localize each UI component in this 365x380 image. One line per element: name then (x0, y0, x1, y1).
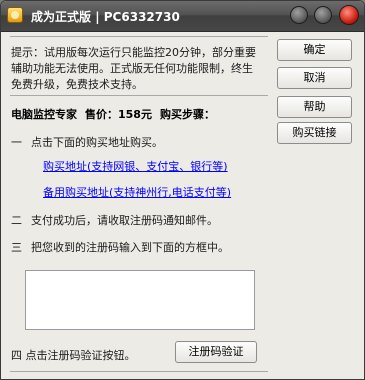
step-three: 三把您收到的注册码输入到下面的方框中。 (11, 239, 229, 255)
close-button[interactable] (339, 5, 359, 25)
purchase-link[interactable]: 购买地址(支持网银、支付宝、银行等) (43, 158, 228, 174)
step-one: 一点击下面的购买地址购买。 (11, 134, 163, 150)
step-one-text: 点击下面的购买地址购买。 (31, 136, 163, 149)
help-button[interactable]: 帮助 (277, 96, 352, 118)
register-dialog: 成为正式版 | PC6332730 提示：试用版每次运行只能监控20分钟，部分重… (0, 0, 365, 380)
step-two: 二支付成功后，请收取注册码通知邮件。 (11, 212, 218, 228)
title-separator: | (95, 10, 104, 24)
buy-link-button[interactable]: 购买链接 (277, 122, 352, 144)
minimize-button[interactable] (290, 6, 308, 24)
trial-tip: 提示：试用版每次运行只能监控20分钟，部分重要辅助功能无法使用。正式版无任何功能… (11, 46, 256, 91)
ok-button[interactable]: 确定 (277, 39, 352, 61)
step-two-num: 二 (11, 214, 22, 227)
product-name: 电脑监控专家 (11, 108, 77, 121)
window-title: 成为正式版 | PC6332730 (31, 8, 180, 25)
steps-label: 购买步骤： (159, 108, 215, 121)
purchase-info-pane: 提示：试用版每次运行只能监控20分钟，部分重要辅助功能无法使用。正式版无任何功能… (10, 36, 268, 374)
cancel-button[interactable]: 取消 (277, 67, 352, 89)
step-three-text: 把您收到的注册码输入到下面的方框中。 (31, 241, 229, 254)
tip-divider (10, 95, 268, 96)
app-icon (7, 7, 23, 23)
price-header: 电脑监控专家 售价：158元 购买步骤： (11, 106, 223, 122)
step-two-text: 支付成功后，请收取注册码通知邮件。 (31, 214, 218, 227)
title-bar[interactable]: 成为正式版 | PC6332730 (1, 1, 364, 32)
dialog-body: 提示：试用版每次运行只能监控20分钟，部分重要辅助功能无法使用。正式版无任何功能… (1, 32, 364, 379)
step-four: 四 点击注册码验证按钮。 (11, 349, 136, 362)
window-title-label: 成为正式版 (31, 10, 92, 24)
machine-code: PC6332730 (103, 10, 180, 24)
top-divider (10, 36, 268, 37)
bottom-divider (10, 371, 268, 372)
verify-code-button[interactable]: 注册码验证 (175, 341, 257, 363)
maximize-button[interactable] (314, 6, 332, 24)
step-one-num: 一 (11, 136, 22, 149)
backup-purchase-link[interactable]: 备用购买地址(支持神州行,电话支付等) (43, 184, 231, 200)
registration-code-input[interactable] (25, 270, 255, 330)
price-label: 售价：158元 (85, 108, 152, 121)
step-three-num: 三 (11, 241, 22, 254)
